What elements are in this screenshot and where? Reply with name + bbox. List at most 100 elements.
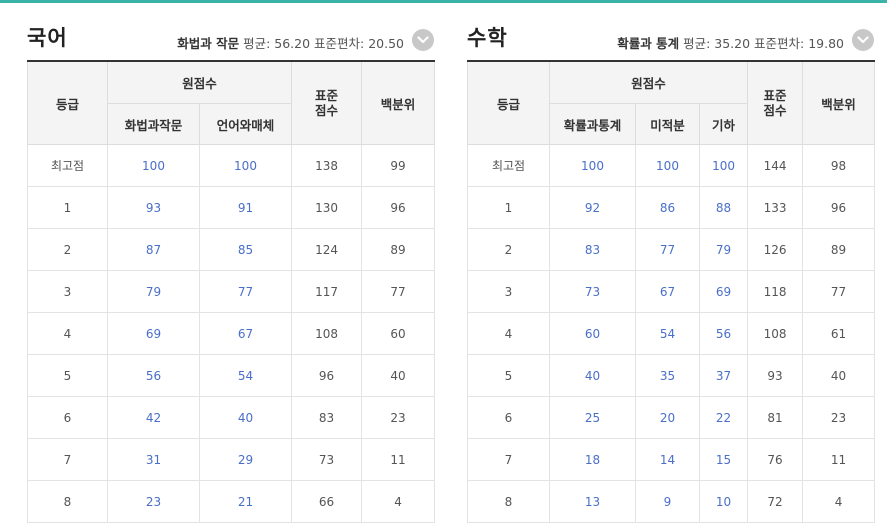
header-percentile: 백분위 [802,60,876,145]
raw-score-cell: 54 [635,312,700,355]
table-row: 2 87 85 124 89 [27,228,436,271]
raw-score-cell: 10 [698,480,749,523]
selected-elective: 화법과 작문 [177,36,240,51]
grade-cell: 5 [467,354,550,397]
raw-score-cell: 35 [635,354,700,397]
grade-cell: 8 [27,480,108,523]
standard-score-cell: 117 [291,270,363,313]
raw-score-cell: 29 [198,438,293,481]
raw-score-cell: 25 [549,396,636,439]
grade-cell: 8 [467,480,550,523]
percentile-cell: 4 [802,480,876,523]
header-raw-score: 원점수 [548,60,749,104]
grade-cell: 최고점 [27,144,108,187]
table-row: 5 40 35 37 93 40 [467,354,876,397]
percentile-cell: 40 [361,354,436,397]
header-elective: 미적분 [635,103,700,145]
grade-cell: 3 [467,270,550,313]
math-grade-table: 등급 원점수 표준 점수 백분위 확률과통계 미적분 기하 최고점 100 100 10… [467,60,876,523]
grade-cell: 1 [27,186,108,229]
table-row: 4 69 67 108 60 [27,312,436,355]
table-row: 최고점 100 100 138 99 [27,144,436,187]
chevron-down-icon [857,36,869,44]
grade-cell: 7 [27,438,108,481]
header-elective: 화법과작문 [107,103,200,145]
percentile-cell: 77 [802,270,876,313]
korean-elective-toggle-button[interactable] [412,29,434,51]
standard-score-cell: 130 [291,186,363,229]
grade-cell: 3 [27,270,108,313]
raw-score-cell: 69 [107,312,200,355]
percentile-cell: 98 [802,144,876,187]
raw-score-cell: 31 [107,438,200,481]
raw-score-cell: 42 [107,396,200,439]
raw-score-cell: 14 [635,438,700,481]
raw-score-cell: 56 [107,354,200,397]
percentile-cell: 11 [361,438,436,481]
raw-score-cell: 100 [549,144,636,187]
table-row: 7 18 14 15 76 11 [467,438,876,481]
korean-panel-header: 국어 화법과 작문 평균: 56.20 표준편차: 20.50 [27,0,434,60]
standard-score-cell: 144 [747,144,804,187]
korean-stats: 화법과 작문 평균: 56.20 표준편차: 20.50 [177,33,404,52]
percentile-cell: 89 [361,228,436,271]
header-standard-score: 표준 점수 [747,60,804,145]
raw-score-cell: 54 [198,354,293,397]
raw-score-cell: 21 [198,480,293,523]
standard-score-cell: 108 [747,312,804,355]
math-elective-toggle-button[interactable] [852,29,874,51]
table-row: 6 42 40 83 23 [27,396,436,439]
stats-values: 평균: 35.20 표준편차: 19.80 [679,36,844,51]
standard-score-cell: 118 [747,270,804,313]
table-row: 1 93 91 130 96 [27,186,436,229]
percentile-cell: 96 [361,186,436,229]
raw-score-cell: 9 [635,480,700,523]
math-panel: 수학 확률과 통계 평균: 35.20 표준편차: 19.80 등급 원점수 표… [467,0,876,523]
raw-score-cell: 83 [549,228,636,271]
raw-score-cell: 86 [635,186,700,229]
raw-score-cell: 23 [107,480,200,523]
percentile-cell: 23 [361,396,436,439]
raw-score-cell: 37 [698,354,749,397]
raw-score-cell: 79 [107,270,200,313]
table-row: 2 83 77 79 126 89 [467,228,876,271]
percentile-cell: 61 [802,312,876,355]
standard-score-cell: 73 [291,438,363,481]
raw-score-cell: 40 [549,354,636,397]
raw-score-cell: 20 [635,396,700,439]
raw-score-cell: 13 [549,480,636,523]
subject-title: 수학 [467,26,508,50]
raw-score-cell: 100 [635,144,700,187]
subject-title: 국어 [27,26,68,50]
grade-cell: 7 [467,438,550,481]
header-grade: 등급 [27,60,108,145]
table-row: 3 73 67 69 118 77 [467,270,876,313]
grade-cell: 1 [467,186,550,229]
raw-score-cell: 93 [107,186,200,229]
raw-score-cell: 15 [698,438,749,481]
percentile-cell: 89 [802,228,876,271]
grade-cell: 4 [467,312,550,355]
raw-score-cell: 67 [198,312,293,355]
header-percentile: 백분위 [361,60,436,145]
korean-grade-table: 등급 원점수 표준 점수 백분위 화법과작문 언어와매체 최고점 100 100 138… [27,60,436,523]
raw-score-cell: 40 [198,396,293,439]
raw-score-cell: 92 [549,186,636,229]
header-raw-score: 원점수 [106,60,293,104]
raw-score-cell: 73 [549,270,636,313]
raw-score-cell: 85 [198,228,293,271]
raw-score-cell: 77 [198,270,293,313]
raw-score-cell: 100 [198,144,293,187]
standard-score-cell: 93 [747,354,804,397]
raw-score-cell: 18 [549,438,636,481]
raw-score-cell: 60 [549,312,636,355]
standard-score-cell: 83 [291,396,363,439]
raw-score-cell: 100 [698,144,749,187]
table-row: 8 13 9 10 72 4 [467,480,876,523]
grade-cell: 6 [27,396,108,439]
raw-score-cell: 79 [698,228,749,271]
math-panel-header: 수학 확률과 통계 평균: 35.20 표준편차: 19.80 [467,0,874,60]
standard-score-cell: 108 [291,312,363,355]
table-row: 최고점 100 100 100 144 98 [467,144,876,187]
table-row: 6 25 20 22 81 23 [467,396,876,439]
